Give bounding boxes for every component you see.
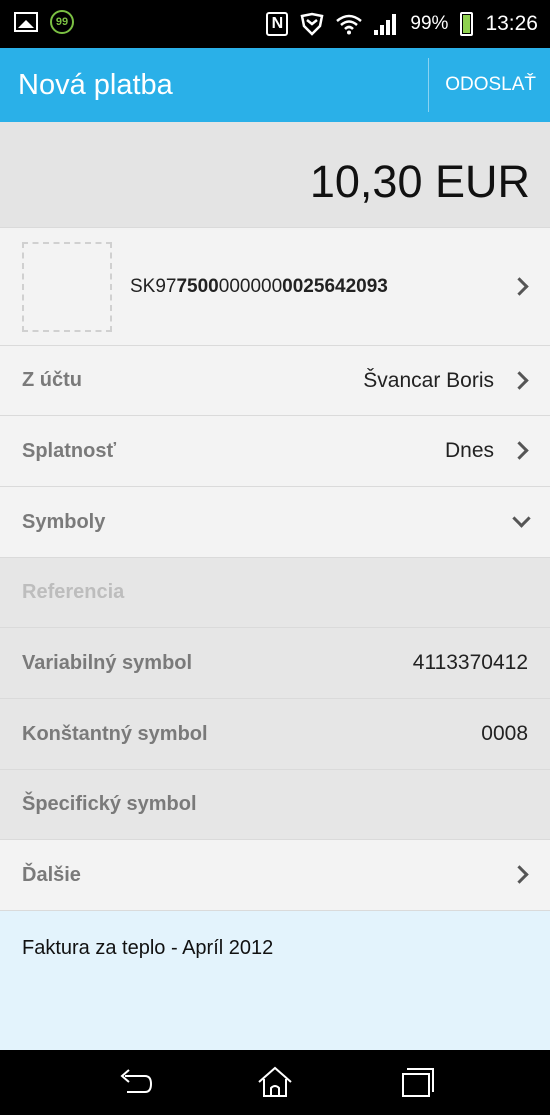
amount-value: 10,30 EUR [309, 156, 530, 207]
signal-icon [374, 13, 398, 35]
gallery-notification-icon [14, 12, 38, 32]
iban-segment: SK97 [130, 275, 177, 297]
chevron-right-icon [510, 276, 529, 296]
send-button[interactable]: ODOSLAŤ [445, 48, 536, 122]
reference-label: Referencia [22, 581, 125, 603]
variable-symbol-value: 4113370412 [412, 651, 528, 674]
from-account-value: Švancar Boris [363, 368, 494, 392]
chevron-right-icon [510, 865, 529, 884]
action-bar-divider [428, 58, 429, 112]
navigation-bar [0, 1050, 550, 1115]
recipient-avatar-placeholder [22, 242, 112, 332]
chevron-right-icon [510, 370, 529, 390]
more-row[interactable]: Ďalšie [0, 839, 550, 910]
clock: 13:26 [485, 12, 538, 35]
from-account-label: Z účtu [22, 369, 82, 391]
due-date-row[interactable]: Splatnosť Dnes [0, 415, 550, 486]
symbols-label: Symboly [22, 510, 106, 533]
specific-symbol-label: Špecifický symbol [22, 793, 197, 815]
constant-symbol-label: Konštantný symbol [22, 722, 208, 745]
due-date-value: Dnes [444, 439, 494, 462]
iban-segment: 000000 [218, 275, 283, 297]
badge-notification-icon: 99 [50, 10, 74, 34]
nfc-icon: N [266, 12, 289, 36]
iban-segment: 0025642093 [282, 275, 388, 297]
shield-icon [300, 12, 324, 36]
recipient-iban: SK97 7500 000000 0025642093 [130, 228, 388, 345]
battery-percentage: 99% [410, 13, 449, 34]
payment-note-field[interactable]: Faktura za teplo - Apríl 2012 [0, 910, 550, 1050]
back-button-icon[interactable] [115, 1064, 155, 1100]
status-bar: 99 N 99% 13:26 [0, 0, 550, 48]
variable-symbol-label: Variabilný symbol [22, 651, 193, 674]
variable-symbol-row[interactable]: Variabilný symbol 4113370412 [0, 627, 550, 698]
action-bar: Nová platba ODOSLAŤ [0, 48, 550, 122]
chevron-down-icon [512, 509, 531, 528]
reference-row[interactable]: Referencia [0, 557, 550, 627]
constant-symbol-row[interactable]: Konštantný symbol 0008 [0, 698, 550, 769]
recent-apps-button-icon[interactable] [397, 1064, 437, 1100]
specific-symbol-row[interactable]: Špecifický symbol [0, 769, 550, 839]
constant-symbol-value: 0008 [481, 722, 528, 745]
more-label: Ďalšie [22, 863, 81, 886]
due-date-label: Splatnosť [22, 439, 117, 462]
recipient-row[interactable]: SK97 7500 000000 0025642093 [0, 227, 550, 345]
chevron-right-icon [510, 441, 529, 460]
iban-segment: 7500 [176, 275, 219, 297]
battery-icon [460, 12, 474, 36]
amount-field[interactable]: 10,30 EUR [0, 122, 550, 227]
symbols-row[interactable]: Symboly [0, 486, 550, 557]
home-button-icon[interactable] [255, 1064, 295, 1100]
page-title: Nová platba [18, 69, 173, 101]
from-account-row[interactable]: Z účtu Švancar Boris [0, 345, 550, 415]
payment-note-text: Faktura za teplo - Apríl 2012 [22, 937, 274, 959]
wifi-icon [336, 14, 363, 35]
